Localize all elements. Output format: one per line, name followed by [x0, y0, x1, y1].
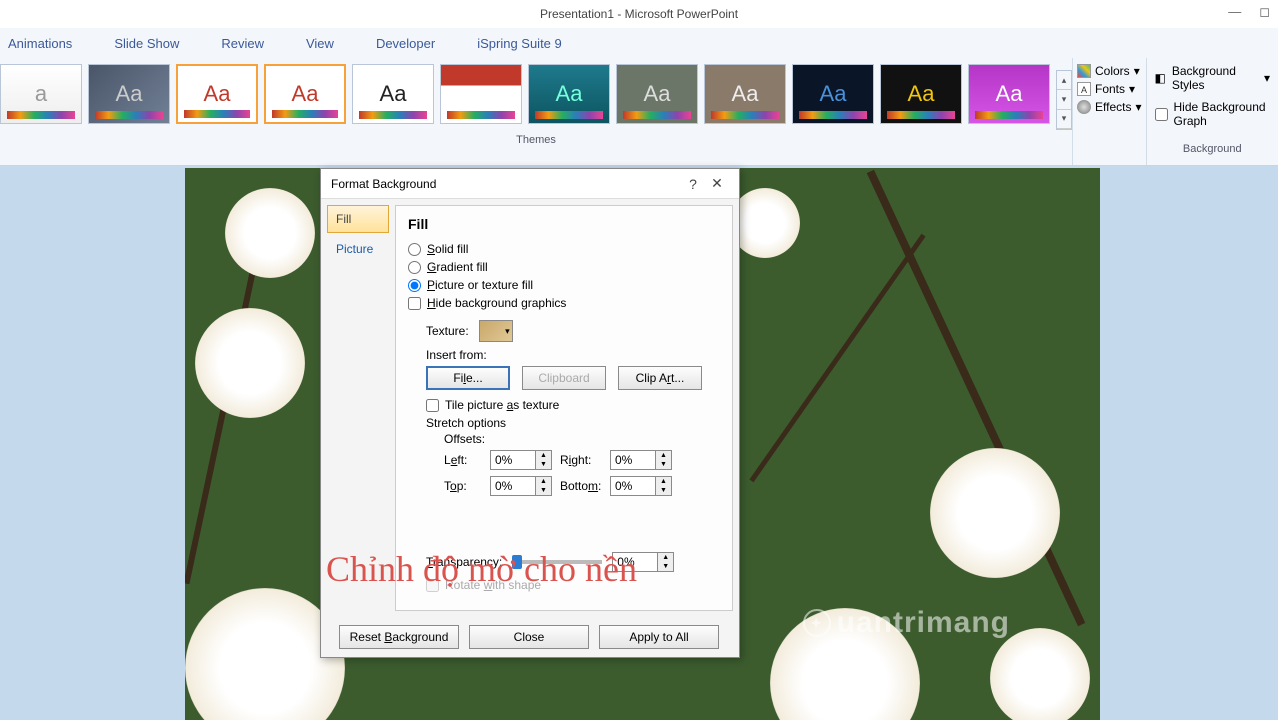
dialog-close-button[interactable]: ✕: [705, 175, 729, 192]
ribbon-tabs: Animations Slide Show Review View Develo…: [0, 28, 1278, 58]
transparency-slider[interactable]: [512, 560, 602, 564]
dialog-help-button[interactable]: ?: [681, 176, 705, 192]
tab-developer[interactable]: Developer: [374, 32, 437, 55]
theme-thumb[interactable]: Aa: [352, 64, 434, 124]
tab-ispring[interactable]: iSpring Suite 9: [475, 32, 564, 55]
apply-to-all-button[interactable]: Apply to All: [599, 625, 719, 649]
theme-thumb[interactable]: Aa: [616, 64, 698, 124]
theme-thumb[interactable]: Aa: [88, 64, 170, 124]
theme-options-panel: Colors ▾ AFonts ▾ Effects ▾: [1072, 58, 1146, 165]
effects-menu[interactable]: Effects ▾: [1077, 100, 1142, 114]
radio-picture-fill[interactable]: Picture or texture fill: [408, 278, 720, 292]
dialog-titlebar: Format Background ? ✕: [321, 169, 739, 199]
radio-solid-fill[interactable]: Solid fill: [408, 242, 720, 256]
watermark: ✦ uantrimang: [803, 606, 1010, 640]
minimize-button[interactable]: —: [1228, 4, 1241, 20]
texture-picker[interactable]: [479, 320, 513, 342]
tab-animations[interactable]: Animations: [6, 32, 74, 55]
themes-group: a Aa Aa Aa Aa Aa Aa Aa Aa Aa Aa Aa ▴▾▾ T…: [0, 58, 1072, 165]
dialog-content: Fill Solid fill Gradient fill Picture or…: [395, 205, 733, 611]
theme-thumb[interactable]: Aa: [792, 64, 874, 124]
texture-label: Texture:: [426, 324, 469, 338]
clipboard-button: Clipboard: [522, 366, 606, 390]
radio-gradient-fill[interactable]: Gradient fill: [408, 260, 720, 274]
format-background-dialog: Format Background ? ✕ Fill Picture Fill …: [320, 168, 740, 658]
offset-right-label: Right:: [560, 453, 610, 467]
file-button[interactable]: File...: [426, 366, 510, 390]
window-titlebar: Presentation1 - Microsoft PowerPoint — ◻: [0, 0, 1278, 28]
offset-bottom-input[interactable]: ▲▼: [610, 476, 680, 496]
check-tile-picture[interactable]: Tile picture as texture: [426, 398, 720, 412]
hide-bg-graphics-check[interactable]: Hide Background Graph: [1155, 100, 1271, 128]
background-panel: ◧Background Styles ▾ Hide Background Gra…: [1146, 58, 1278, 165]
offset-left-input[interactable]: ▲▼: [490, 450, 560, 470]
dialog-title: Format Background: [331, 177, 436, 191]
theme-thumb[interactable]: Aa: [264, 64, 346, 124]
close-button[interactable]: Close: [469, 625, 589, 649]
maximize-button[interactable]: ◻: [1259, 4, 1270, 20]
nav-fill[interactable]: Fill: [327, 205, 389, 233]
check-hide-bg-graphics[interactable]: Hide background graphics: [408, 296, 720, 310]
fonts-menu[interactable]: AFonts ▾: [1077, 82, 1142, 96]
offset-bottom-label: Bottom:: [560, 479, 610, 493]
tab-review[interactable]: Review: [219, 32, 266, 55]
theme-thumb[interactable]: a: [0, 64, 82, 124]
offset-top-input[interactable]: ▲▼: [490, 476, 560, 496]
theme-thumb[interactable]: Aa: [528, 64, 610, 124]
background-styles-icon: ◧: [1155, 71, 1166, 85]
dialog-nav: Fill Picture: [327, 205, 389, 611]
ribbon: a Aa Aa Aa Aa Aa Aa Aa Aa Aa Aa Aa ▴▾▾ T…: [0, 58, 1278, 166]
window-title: Presentation1 - Microsoft PowerPoint: [540, 7, 738, 21]
stretch-options-label: Stretch options: [426, 416, 720, 430]
background-styles-menu[interactable]: ◧Background Styles ▾: [1155, 64, 1271, 92]
tab-slideshow[interactable]: Slide Show: [112, 32, 181, 55]
theme-scroll[interactable]: ▴▾▾: [1056, 70, 1072, 130]
theme-thumb[interactable]: Aa: [880, 64, 962, 124]
colors-menu[interactable]: Colors ▾: [1077, 64, 1142, 78]
theme-thumb[interactable]: Aa: [968, 64, 1050, 124]
background-group-label: Background: [1155, 139, 1271, 159]
reset-background-button[interactable]: Reset Background: [339, 625, 459, 649]
fill-heading: Fill: [408, 216, 720, 232]
tab-view[interactable]: View: [304, 32, 336, 55]
clipart-button[interactable]: Clip Art...: [618, 366, 702, 390]
bulb-icon: ✦: [803, 609, 831, 637]
themes-group-label: Themes: [0, 130, 1072, 150]
theme-thumb[interactable]: Aa: [704, 64, 786, 124]
nav-picture[interactable]: Picture: [327, 235, 389, 263]
check-rotate-with-shape: Rotate with shape: [426, 578, 720, 592]
offset-left-label: Left:: [444, 453, 490, 467]
theme-thumb[interactable]: Aa: [440, 64, 522, 124]
offset-right-input[interactable]: ▲▼: [610, 450, 680, 470]
dialog-footer: Reset Background Close Apply to All: [321, 617, 739, 657]
transparency-label: Transparency:: [426, 555, 502, 569]
offset-top-label: Top:: [444, 479, 490, 493]
transparency-input[interactable]: ▲▼: [612, 552, 674, 572]
insert-from-label: Insert from:: [426, 348, 720, 362]
theme-thumb-selected[interactable]: Aa: [176, 64, 258, 124]
offsets-label: Offsets:: [444, 432, 720, 446]
